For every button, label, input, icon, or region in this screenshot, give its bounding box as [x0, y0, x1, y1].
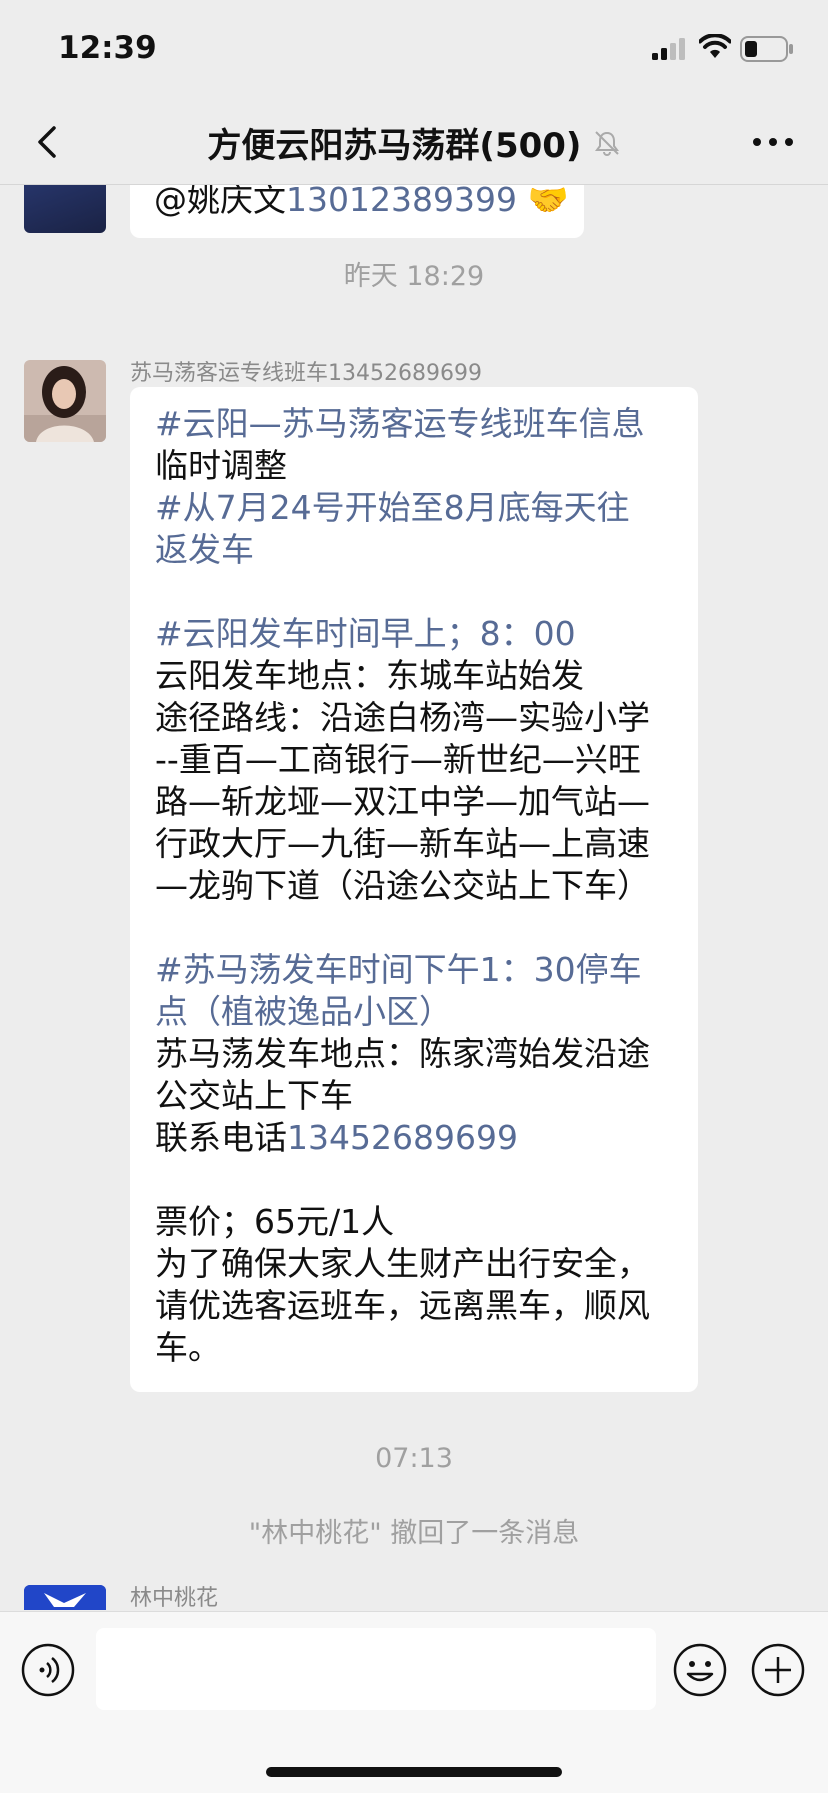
message-line: 为了确保大家人生财产出行安全，	[155, 1244, 650, 1283]
message-line: 苏马荡发车地点：陈家湾始发沿途	[155, 1034, 650, 1073]
voice-input-icon[interactable]	[20, 1642, 76, 1698]
timestamp: 昨天 18:29	[343, 261, 485, 292]
message-line[interactable]: #苏马荡发车时间下午1：30停车	[155, 949, 698, 991]
message-line: 公交站上下车	[155, 1076, 353, 1115]
message-line: --重百—工商银行—新世纪—兴旺	[155, 740, 641, 779]
sender-name: 林中桃花	[130, 1586, 219, 1610]
mute-bell-icon	[594, 130, 619, 156]
input-bar	[0, 1611, 828, 1793]
contact-label: 联系电话	[155, 1118, 287, 1157]
phone-link[interactable]: 13452689699	[287, 1118, 518, 1157]
message-line: 途径路线：沿途白杨湾—实验小学	[155, 698, 650, 737]
avatar-photo-icon	[24, 1585, 106, 1610]
emoji-icon[interactable]	[672, 1642, 728, 1698]
message-bubble[interactable]: #云阳—苏马荡客运专线班车信息 临时调整 #从7月24号开始至8月底每天往 返发…	[130, 387, 698, 1392]
message-line: —龙驹下道（沿途公交站上下车）	[155, 866, 650, 905]
avatar-photo-icon	[24, 360, 106, 442]
sender-name: 苏马荡客运专线班车13452689699	[130, 361, 482, 386]
add-attachment-icon[interactable]	[750, 1642, 806, 1698]
sender-avatar[interactable]	[24, 185, 106, 233]
message-line[interactable]: 点（植被逸品小区）	[155, 991, 698, 1033]
contact-line: 联系电话13452689699	[155, 1117, 698, 1159]
message-input[interactable]	[96, 1628, 656, 1710]
status-bar: 12:39	[0, 0, 828, 100]
message-line[interactable]: #云阳发车时间早上；8：00	[155, 613, 698, 655]
status-time: 12:39	[58, 30, 157, 66]
sender-avatar[interactable]	[24, 360, 106, 442]
message-line: 行政大厅—九街—新车站—上高速	[155, 824, 650, 863]
message-line: 临时调整	[155, 446, 287, 485]
nav-title-container: 方便云阳苏马荡群(500)	[0, 118, 828, 167]
handshake-emoji: 🤝	[527, 185, 569, 219]
cellular-signal-icon	[652, 38, 685, 60]
message-line: 请优选客运班车，远离黑车，顺风	[155, 1286, 650, 1325]
message-line[interactable]: #从7月24号开始至8月底每天往	[155, 487, 698, 529]
wifi-icon	[699, 34, 731, 58]
chat-message-list[interactable]: @姚庆文13012389399 🤝 昨天 18:29 苏马荡客运专线班车1345…	[0, 185, 828, 1610]
phone-link[interactable]: 13012389399	[286, 185, 517, 219]
message-line: 路—斩龙垭—双江中学—加气站—	[155, 782, 650, 821]
message-bubble-partial[interactable]: @姚庆文13012389399 🤝	[130, 185, 584, 238]
message-line[interactable]: 返发车	[155, 529, 698, 571]
message-line[interactable]: #云阳—苏马荡客运专线班车信息	[155, 403, 698, 445]
timestamp: 07:13	[375, 1443, 453, 1474]
message-line: 票价；65元/1人	[155, 1202, 395, 1241]
message-line: 云阳发车地点：东城车站始发	[155, 656, 584, 695]
battery-icon	[740, 36, 793, 62]
more-options-icon[interactable]	[748, 122, 798, 162]
message-line: 车。	[155, 1328, 221, 1367]
home-indicator[interactable]	[266, 1767, 562, 1777]
sender-avatar[interactable]	[24, 1585, 106, 1610]
nav-bar: 方便云阳苏马荡群(500)	[0, 100, 828, 185]
mention-text: @姚庆文	[154, 185, 286, 219]
recall-notice: "林中桃花" 撤回了一条消息	[248, 1518, 580, 1549]
chat-title: 方便云阳苏马荡群(500)	[207, 126, 582, 166]
